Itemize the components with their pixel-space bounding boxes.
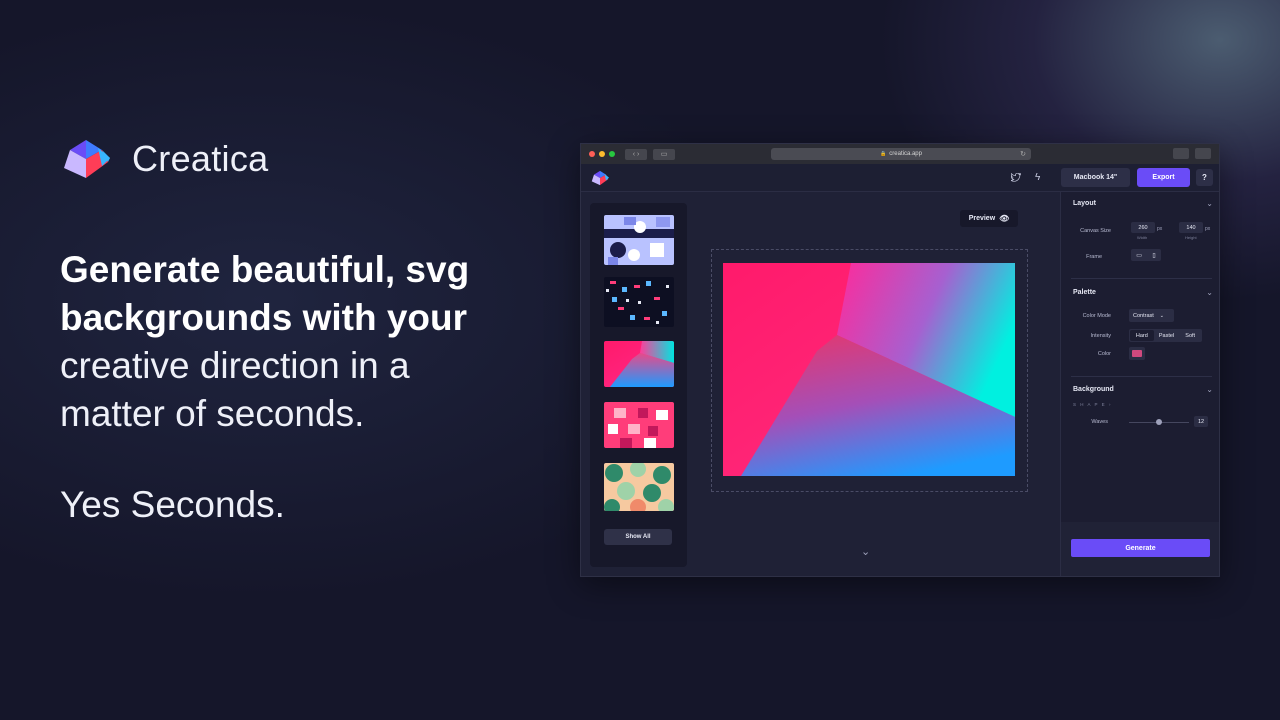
generate-footer: Generate xyxy=(1061,522,1219,576)
reload-icon[interactable]: ↻ xyxy=(1020,150,1026,158)
intensity-option-pastel[interactable]: Pastel xyxy=(1155,329,1179,342)
window-maximize-dot[interactable] xyxy=(609,151,615,157)
thumbnail-glyph-dark[interactable] xyxy=(604,277,674,327)
brand-name: Creatica xyxy=(132,138,269,179)
help-button[interactable]: ? xyxy=(1196,169,1213,186)
canvas-area: Preview 👁 ⌄ xyxy=(696,193,1059,576)
color-mode-value: Contrast xyxy=(1133,312,1154,319)
frame-label: Frame xyxy=(1086,254,1102,260)
palette-chevron-icon[interactable]: ⌄ xyxy=(1206,288,1213,297)
browser-bar: ‹ › ▭ 🔒 creatica.app ↻ xyxy=(581,144,1219,164)
intensity-label: Intensity xyxy=(1090,333,1111,339)
tabs-icon[interactable] xyxy=(1195,148,1211,159)
shape-label: S H A P E › xyxy=(1073,402,1112,407)
app-logo-icon[interactable] xyxy=(591,170,609,186)
url-text: creatica.app xyxy=(889,151,922,157)
window-close-dot[interactable] xyxy=(589,151,595,157)
height-unit: px xyxy=(1205,226,1211,232)
sidebar-toggle-icon[interactable]: ▭ xyxy=(653,148,675,160)
intensity-option-soft[interactable]: Soft xyxy=(1178,329,1202,342)
creatica-cube-logo-icon xyxy=(64,140,110,178)
headline-light-line-1: creative direction in a xyxy=(60,345,410,386)
generate-button[interactable]: Generate xyxy=(1071,539,1210,557)
headline-light-line-2: matter of seconds. xyxy=(60,393,365,434)
scroll-down-chevron-icon[interactable]: ⌄ xyxy=(861,545,870,558)
canvas-size-label: Canvas Size xyxy=(1080,228,1111,234)
bolt-icon[interactable]: ϟ xyxy=(1035,172,1040,183)
chevron-right-icon[interactable]: › xyxy=(1109,402,1112,407)
background-chevron-icon[interactable]: ⌄ xyxy=(1206,385,1213,394)
color-label: Color xyxy=(1097,351,1111,357)
waves-slider-handle[interactable] xyxy=(1156,419,1162,425)
intensity-segmented-control: Hard Pastel Soft xyxy=(1129,329,1202,342)
hero-tagline: Yes Seconds. xyxy=(60,484,285,525)
generated-artwork[interactable] xyxy=(723,263,1015,476)
chevron-down-icon: ⌄ xyxy=(1159,312,1164,319)
settings-panel: Layout ⌄ Canvas Size 260 px Width 140 px… xyxy=(1060,192,1219,576)
thumbnail-shapes-green-peach[interactable] xyxy=(604,463,674,511)
url-bar[interactable]: 🔒 creatica.app ↻ xyxy=(771,148,1031,160)
share-icon[interactable] xyxy=(1173,148,1189,159)
lock-icon: 🔒 xyxy=(880,151,887,157)
phone-frame-icon[interactable]: ▯ xyxy=(1152,252,1155,259)
color-swatch-fill xyxy=(1132,350,1142,357)
background-section-title: Background xyxy=(1073,386,1114,393)
shape-label-text: S H A P E xyxy=(1073,402,1107,407)
frame-toggle[interactable]: ▭ ▯ xyxy=(1131,249,1161,261)
color-mode-label: Color Mode xyxy=(1082,313,1111,319)
color-swatch[interactable] xyxy=(1129,347,1145,360)
app-screenshot: ‹ › ▭ 🔒 creatica.app ↻ ϟ Macbook 14" Exp… xyxy=(580,143,1220,577)
template-thumbnail-rail: Show All xyxy=(590,203,687,567)
app-header: ϟ Macbook 14" Export ? xyxy=(581,164,1219,192)
preview-button[interactable]: Preview 👁 xyxy=(960,210,1018,227)
headline-bold-line-2: backgrounds with your xyxy=(60,297,468,338)
browser-actions xyxy=(1167,148,1211,159)
color-mode-select[interactable]: Contrast ⌄ xyxy=(1129,309,1174,322)
show-all-button[interactable]: Show All xyxy=(604,529,672,545)
canvas-width-input[interactable]: 260 xyxy=(1131,222,1155,233)
thumbnail-tiles-pink[interactable] xyxy=(604,402,674,448)
height-sublabel: Height xyxy=(1185,235,1197,240)
palette-section-title: Palette xyxy=(1073,289,1096,296)
thumbnail-gradient-pink-blue[interactable] xyxy=(604,341,674,387)
intensity-option-hard[interactable]: Hard xyxy=(1130,330,1154,341)
brand: Creatica xyxy=(62,138,268,180)
export-button[interactable]: Export xyxy=(1137,168,1190,187)
window-minimize-dot[interactable] xyxy=(599,151,605,157)
width-sublabel: Width xyxy=(1137,235,1148,240)
hero-headline: Generate beautiful, svg backgrounds with… xyxy=(60,246,520,438)
thumbnail-geometric-lavender[interactable] xyxy=(604,215,674,265)
width-unit: px xyxy=(1157,226,1163,232)
canvas-height-input[interactable]: 140 xyxy=(1179,222,1203,233)
section-divider xyxy=(1071,278,1212,279)
twitter-icon[interactable] xyxy=(1011,173,1021,182)
device-select-button[interactable]: Macbook 14" xyxy=(1061,168,1130,187)
preview-label: Preview xyxy=(968,215,996,222)
layout-section-title: Layout xyxy=(1073,200,1096,207)
browser-back-icon[interactable]: ‹ › xyxy=(625,148,647,160)
laptop-frame-icon[interactable]: ▭ xyxy=(1136,252,1142,259)
waves-label: Waves xyxy=(1091,419,1108,425)
headline-bold-line-1: Generate beautiful, svg xyxy=(60,249,470,290)
waves-value[interactable]: 12 xyxy=(1194,416,1208,427)
layout-chevron-icon[interactable]: ⌄ xyxy=(1206,199,1213,208)
section-divider xyxy=(1071,376,1212,377)
eye-icon: 👁 xyxy=(999,214,1010,223)
